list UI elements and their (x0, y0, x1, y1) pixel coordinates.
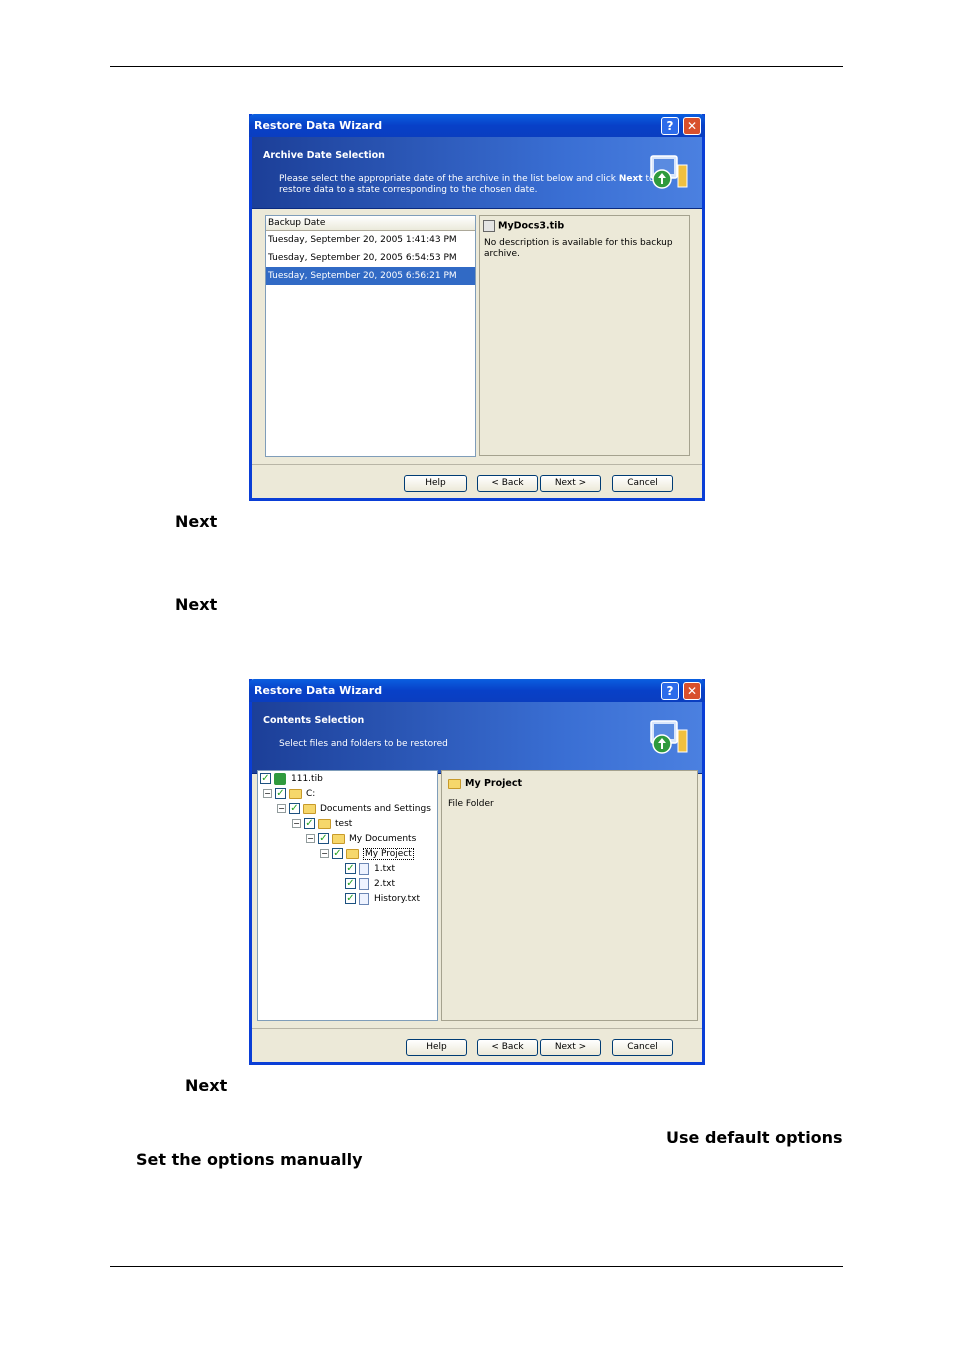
window-title: Restore Data Wizard (254, 684, 383, 697)
item-type: File Folder (448, 799, 494, 809)
collapse-icon[interactable]: − (306, 834, 315, 843)
help-title-button[interactable]: ? (661, 117, 679, 135)
tree-node-folder[interactable]: − ✓ My Documents (306, 832, 416, 846)
archive-info-panel: MyDocs3.tib No description is available … (479, 215, 690, 456)
folder-icon (448, 778, 461, 789)
tree-node-label: 2.txt (374, 879, 395, 889)
tree-node-label: C: (306, 789, 316, 799)
archive-description: No description is available for this bac… (484, 238, 673, 259)
file-icon (359, 877, 369, 890)
checkbox-icon[interactable]: ✓ (345, 878, 356, 889)
step-title: Contents Selection (263, 715, 365, 726)
help-title-button[interactable]: ? (661, 682, 679, 700)
next-label-3: Next (185, 1076, 228, 1095)
set-options-manually-label: Set the options manually (136, 1150, 363, 1169)
close-button[interactable]: ✕ (683, 682, 701, 700)
tree-node-folder[interactable]: − ✓ test (292, 817, 352, 831)
help-button[interactable]: Help (406, 1039, 467, 1056)
cancel-button[interactable]: Cancel (612, 1039, 673, 1056)
next-label-1: Next (175, 512, 218, 531)
tree-node-label: My Project (363, 848, 414, 860)
tree-node-folder[interactable]: − ✓ Documents and Settings (277, 802, 431, 816)
tree-node-file[interactable]: ✓ 1.txt (345, 862, 395, 876)
title-bar: Restore Data Wizard ? ✕ (249, 679, 705, 702)
backup-date-list[interactable]: Backup Date Tuesday, September 20, 2005 … (265, 215, 476, 457)
item-name: My Project (465, 778, 522, 789)
wizard-footer: Help < Back Next > Cancel (252, 1028, 702, 1062)
restore-wizard-dialog-date: Restore Data Wizard ? ✕ Archive Date Sel… (249, 114, 705, 501)
next-button[interactable]: Next > (540, 1039, 601, 1056)
tree-node-label: History.txt (374, 894, 420, 904)
step-description: Please select the appropriate date of th… (279, 174, 655, 195)
archive-icon (483, 220, 495, 232)
file-tree[interactable]: ✓ 111.tib − ✓ C: − ✓ Documents and Settings −… (257, 770, 438, 1021)
step-title: Archive Date Selection (263, 150, 385, 161)
next-label-2: Next (175, 595, 218, 614)
folder-icon (303, 803, 316, 814)
collapse-icon[interactable]: − (263, 789, 272, 798)
list-item[interactable]: Tuesday, September 20, 2005 6:54:53 PM (266, 249, 475, 267)
step-description: Select files and folders to be restored (279, 739, 448, 749)
header-rule (110, 66, 843, 67)
tree-node-archive[interactable]: ✓ 111.tib (260, 772, 323, 786)
checkbox-icon[interactable]: ✓ (332, 848, 343, 859)
restore-wizard-dialog-contents: Restore Data Wizard ? ✕ Contents Selecti… (249, 679, 705, 1065)
file-icon (359, 892, 369, 905)
folder-icon (332, 833, 345, 844)
collapse-icon[interactable]: − (320, 849, 329, 858)
tree-node-folder-selected[interactable]: − ✓ My Project (320, 847, 414, 861)
collapse-icon[interactable]: − (292, 819, 301, 828)
restore-computer-icon (650, 720, 688, 754)
back-button[interactable]: < Back (477, 475, 538, 492)
checkbox-icon[interactable]: ✓ (318, 833, 329, 844)
wizard-banner: Archive Date Selection Please select the… (252, 137, 702, 209)
checkbox-icon[interactable]: ✓ (304, 818, 315, 829)
tree-node-label: 111.tib (291, 774, 323, 784)
checkbox-icon[interactable]: ✓ (345, 893, 356, 904)
help-button[interactable]: Help (404, 475, 467, 492)
checkbox-icon[interactable]: ✓ (275, 788, 286, 799)
footer-rule (110, 1266, 843, 1267)
next-button[interactable]: Next > (540, 475, 601, 492)
tree-node-file[interactable]: ✓ History.txt (345, 892, 420, 906)
list-item[interactable]: Tuesday, September 20, 2005 1:41:43 PM (266, 231, 475, 249)
folder-icon (289, 788, 302, 799)
folder-icon (346, 848, 359, 859)
column-header-backup-date[interactable]: Backup Date (266, 216, 475, 231)
archive-icon (274, 772, 286, 785)
collapse-icon[interactable]: − (277, 804, 286, 813)
wizard-banner: Contents Selection Select files and fold… (252, 702, 702, 774)
restore-computer-icon (650, 155, 688, 189)
folder-icon (318, 818, 331, 829)
title-bar: Restore Data Wizard ? ✕ (249, 114, 705, 137)
checkbox-icon[interactable]: ✓ (345, 863, 356, 874)
tree-node-file[interactable]: ✓ 2.txt (345, 877, 395, 891)
use-default-options-label: Use default options (666, 1128, 843, 1147)
tree-node-label: 1.txt (374, 864, 395, 874)
checkbox-icon[interactable]: ✓ (260, 773, 271, 784)
tree-node-label: Documents and Settings (320, 804, 431, 814)
cancel-button[interactable]: Cancel (612, 475, 673, 492)
tree-node-label: My Documents (349, 834, 417, 844)
tree-node-label: test (335, 819, 353, 829)
wizard-footer: Help < Back Next > Cancel (252, 464, 702, 498)
tree-node-drive[interactable]: − ✓ C: (263, 787, 315, 801)
item-info-panel: My Project File Folder (441, 770, 698, 1021)
archive-name: MyDocs3.tib (498, 220, 565, 232)
list-item-selected[interactable]: Tuesday, September 20, 2005 6:56:21 PM (266, 267, 475, 285)
checkbox-icon[interactable]: ✓ (289, 803, 300, 814)
back-button[interactable]: < Back (477, 1039, 538, 1056)
window-title: Restore Data Wizard (254, 119, 383, 132)
file-icon (359, 862, 369, 875)
close-button[interactable]: ✕ (683, 117, 701, 135)
